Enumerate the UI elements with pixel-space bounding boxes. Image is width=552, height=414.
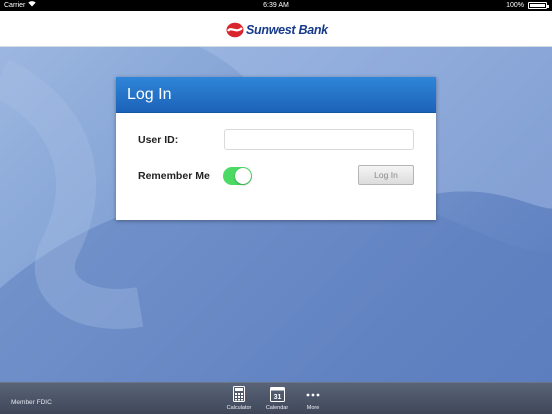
tab-more[interactable]: More	[298, 386, 328, 411]
calendar-day: 31	[273, 394, 281, 401]
login-card: Log In User ID: Remember Me Log In	[116, 77, 436, 220]
tab-calendar-label: Calendar	[265, 405, 289, 411]
status-time: 6:39 AM	[263, 2, 289, 9]
tab-more-label: More	[306, 405, 320, 411]
bank-logo: Sunwest Bank	[226, 21, 328, 39]
status-bar: Carrier 6:39 AM 100%	[0, 0, 552, 11]
sunwest-logo-icon	[226, 22, 244, 38]
login-button[interactable]: Log In	[358, 165, 414, 185]
remember-me-toggle[interactable]	[223, 167, 252, 185]
tab-calculator[interactable]: Calculator	[224, 386, 254, 411]
user-id-input[interactable]	[224, 129, 414, 150]
footer-bar: Member FDIC Calculator 31 Calendar More	[0, 382, 552, 414]
battery-icon	[528, 2, 549, 9]
app-header: Sunwest Bank	[0, 11, 552, 47]
calculator-icon	[224, 386, 254, 402]
toggle-knob	[235, 168, 251, 184]
login-title: Log In	[127, 86, 172, 103]
bank-name: Sunwest Bank	[246, 23, 328, 37]
remember-me-label: Remember Me	[138, 170, 210, 182]
user-id-label: User ID:	[138, 134, 179, 146]
more-icon	[298, 386, 328, 402]
tab-calendar[interactable]: 31 Calendar	[262, 386, 292, 411]
member-fdic-text: Member FDIC	[11, 399, 52, 406]
tab-calculator-label: Calculator	[226, 405, 252, 411]
calendar-icon: 31	[262, 386, 292, 402]
battery-percent: 100%	[506, 2, 524, 9]
